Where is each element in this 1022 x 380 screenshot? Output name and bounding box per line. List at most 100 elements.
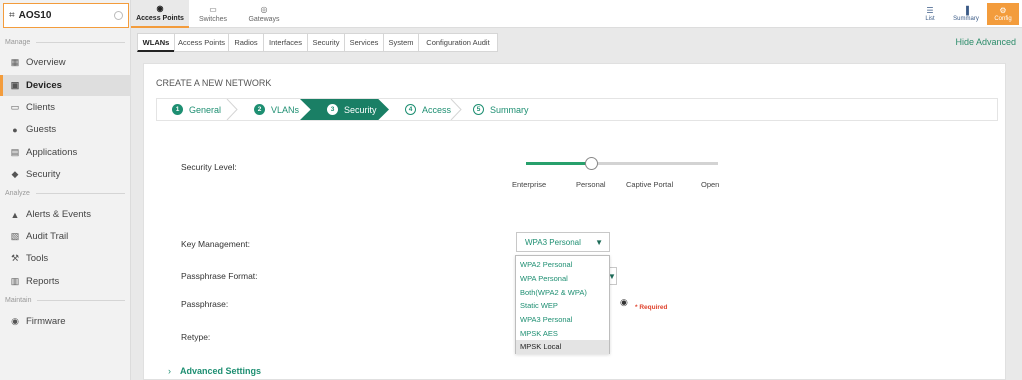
tab-security[interactable]: Security xyxy=(307,33,345,52)
sidebar-item-devices[interactable]: ▣ Devices xyxy=(0,75,131,96)
tab-system[interactable]: System xyxy=(383,33,419,52)
org-name: AOS10 xyxy=(18,10,52,21)
tab-radios[interactable]: Radios xyxy=(228,33,264,52)
required-indicator: * Required xyxy=(635,304,668,311)
sidebar-item-security[interactable]: ◆ Security xyxy=(0,164,131,185)
tick-enterprise[interactable]: Enterprise xyxy=(512,180,546,189)
step-security[interactable]: 3 Security xyxy=(327,99,377,120)
sidebar-item-tools[interactable]: ⚒ Tools xyxy=(0,248,131,269)
step-number: 3 xyxy=(327,104,338,115)
key-management-label: Key Management: xyxy=(181,239,250,249)
sidebar-item-label: Reports xyxy=(26,276,60,287)
tab-configuration-audit[interactable]: Configuration Audit xyxy=(418,33,498,52)
users-icon: ● xyxy=(12,124,18,135)
option-mpsk-aes[interactable]: MPSK AES xyxy=(516,326,609,340)
sidebar-item-clients[interactable]: ▭ Clients xyxy=(0,97,131,118)
bell-icon: ▲ xyxy=(10,209,20,220)
section-label: Manage xyxy=(5,39,31,46)
tab-gateways[interactable]: ◎ Gateways xyxy=(241,0,287,28)
section-manage: Manage xyxy=(0,39,131,46)
step-vlans[interactable]: 2 VLANs xyxy=(254,99,299,120)
sidebar-item-overview[interactable]: ▦ Overview xyxy=(0,52,131,73)
step-separator-icon xyxy=(226,99,238,120)
sidebar-item-alerts[interactable]: ▲ Alerts & Events xyxy=(0,204,131,225)
eye-icon[interactable]: ◉ xyxy=(620,297,628,308)
create-network-panel: CREATE A NEW NETWORK 1 General 2 VLANs 3… xyxy=(143,63,1006,380)
sidebar-item-label: Applications xyxy=(26,147,78,158)
security-level-label: Security Level: xyxy=(181,162,237,172)
chevron-right-icon: › xyxy=(168,366,171,376)
tick-captive-portal[interactable]: Captive Portal xyxy=(626,180,673,189)
bar-chart-icon: ▐ xyxy=(963,6,969,15)
sidebar-item-label: Firmware xyxy=(26,316,66,327)
sidebar-item-label: Alerts & Events xyxy=(26,209,91,220)
slider-fill xyxy=(526,162,588,165)
advanced-settings-toggle[interactable]: › Advanced Settings xyxy=(168,366,261,376)
step-general[interactable]: 1 General xyxy=(172,99,221,120)
list-view-button[interactable]: ☰ List xyxy=(916,3,944,25)
option-static-wep[interactable]: Static WEP xyxy=(516,299,609,313)
monitor-icon: ▭ xyxy=(10,102,20,112)
hide-advanced-link[interactable]: Hide Advanced xyxy=(955,37,1016,47)
key-management-select[interactable]: WPA3 Personal ▼ xyxy=(516,232,610,252)
sidebar-item-reports[interactable]: ▥ Reports xyxy=(0,271,131,292)
section-label: Maintain xyxy=(5,297,32,304)
slider-handle[interactable] xyxy=(585,157,598,170)
sub-navigation: WLANs Access Points Radios Interfaces Se… xyxy=(131,31,1022,54)
shield-icon: ◆ xyxy=(11,169,19,179)
tab-label: Gateways xyxy=(248,16,280,23)
step-number: 2 xyxy=(254,104,265,115)
step-access[interactable]: 4 Access xyxy=(405,99,451,120)
tab-wlans[interactable]: WLANs xyxy=(137,33,175,52)
sidebar-item-guests[interactable]: ● Guests xyxy=(0,119,131,140)
option-wpa2-personal[interactable]: WPA2 Personal xyxy=(516,258,609,272)
step-number: 4 xyxy=(405,104,416,115)
select-value: WPA3 Personal xyxy=(525,237,581,247)
group-icon: ⌗ xyxy=(9,10,15,21)
tab-access-points-config[interactable]: Access Points xyxy=(174,33,229,52)
tab-access-points[interactable]: ◉ Access Points xyxy=(131,0,189,28)
sidebar-item-firmware[interactable]: ◉ Firmware xyxy=(0,311,131,332)
tick-personal[interactable]: Personal xyxy=(576,180,606,189)
option-wpa-personal[interactable]: WPA Personal xyxy=(516,272,609,286)
gateway-icon: ◎ xyxy=(260,5,268,14)
summary-view-button[interactable]: ▐ Summary xyxy=(949,3,983,25)
step-summary[interactable]: 5 Summary xyxy=(473,99,529,120)
gear-icon: ⚙ xyxy=(999,6,1007,15)
option-wpa3-personal[interactable]: WPA3 Personal xyxy=(516,313,609,327)
page-title: CREATE A NEW NETWORK xyxy=(156,78,272,88)
tab-switches[interactable]: ▭ Switches xyxy=(191,0,235,28)
sidebar-item-label: Security xyxy=(26,169,61,180)
sidebar-item-label: Audit Trail xyxy=(26,231,69,242)
button-label: List xyxy=(925,16,935,22)
tab-interfaces[interactable]: Interfaces xyxy=(263,33,308,52)
sidebar-item-audit-trail[interactable]: ▧ Audit Trail xyxy=(0,226,131,247)
key-management-dropdown: WPA2 Personal WPA Personal Both(WPA2 & W… xyxy=(515,255,610,354)
tab-label: Access Points xyxy=(136,15,184,22)
apps-icon: ▤ xyxy=(10,147,20,157)
config-button[interactable]: ⚙ Config xyxy=(987,3,1019,25)
switch-icon: ▭ xyxy=(209,5,217,14)
device-icon: ▣ xyxy=(10,80,20,90)
section-label: Analyze xyxy=(5,190,30,197)
sidebar-item-label: Clients xyxy=(26,102,56,113)
document-icon: ▧ xyxy=(10,231,20,241)
step-number: 1 xyxy=(172,104,183,115)
tick-open[interactable]: Open xyxy=(701,180,719,189)
report-icon: ▥ xyxy=(10,276,20,286)
chevron-down-icon: ▼ xyxy=(595,238,603,247)
sidebar-item-label: Devices xyxy=(26,80,62,91)
step-number: 5 xyxy=(473,104,484,115)
circle-icon[interactable] xyxy=(114,11,123,20)
option-both-wpa2-wpa[interactable]: Both(WPA2 & WPA) xyxy=(516,285,609,299)
step-label: Security xyxy=(344,104,377,115)
grid-icon: ▦ xyxy=(10,57,20,67)
step-label: Summary xyxy=(490,104,529,115)
retype-label: Retype: xyxy=(181,332,211,342)
org-selector[interactable]: ⌗ AOS10 xyxy=(3,3,129,28)
tab-services[interactable]: Services xyxy=(344,33,384,52)
passphrase-format-label: Passphrase Format: xyxy=(181,271,258,281)
sidebar-item-applications[interactable]: ▤ Applications xyxy=(0,142,131,163)
option-mpsk-local[interactable]: MPSK Local xyxy=(516,340,609,354)
step-label: General xyxy=(189,104,222,115)
